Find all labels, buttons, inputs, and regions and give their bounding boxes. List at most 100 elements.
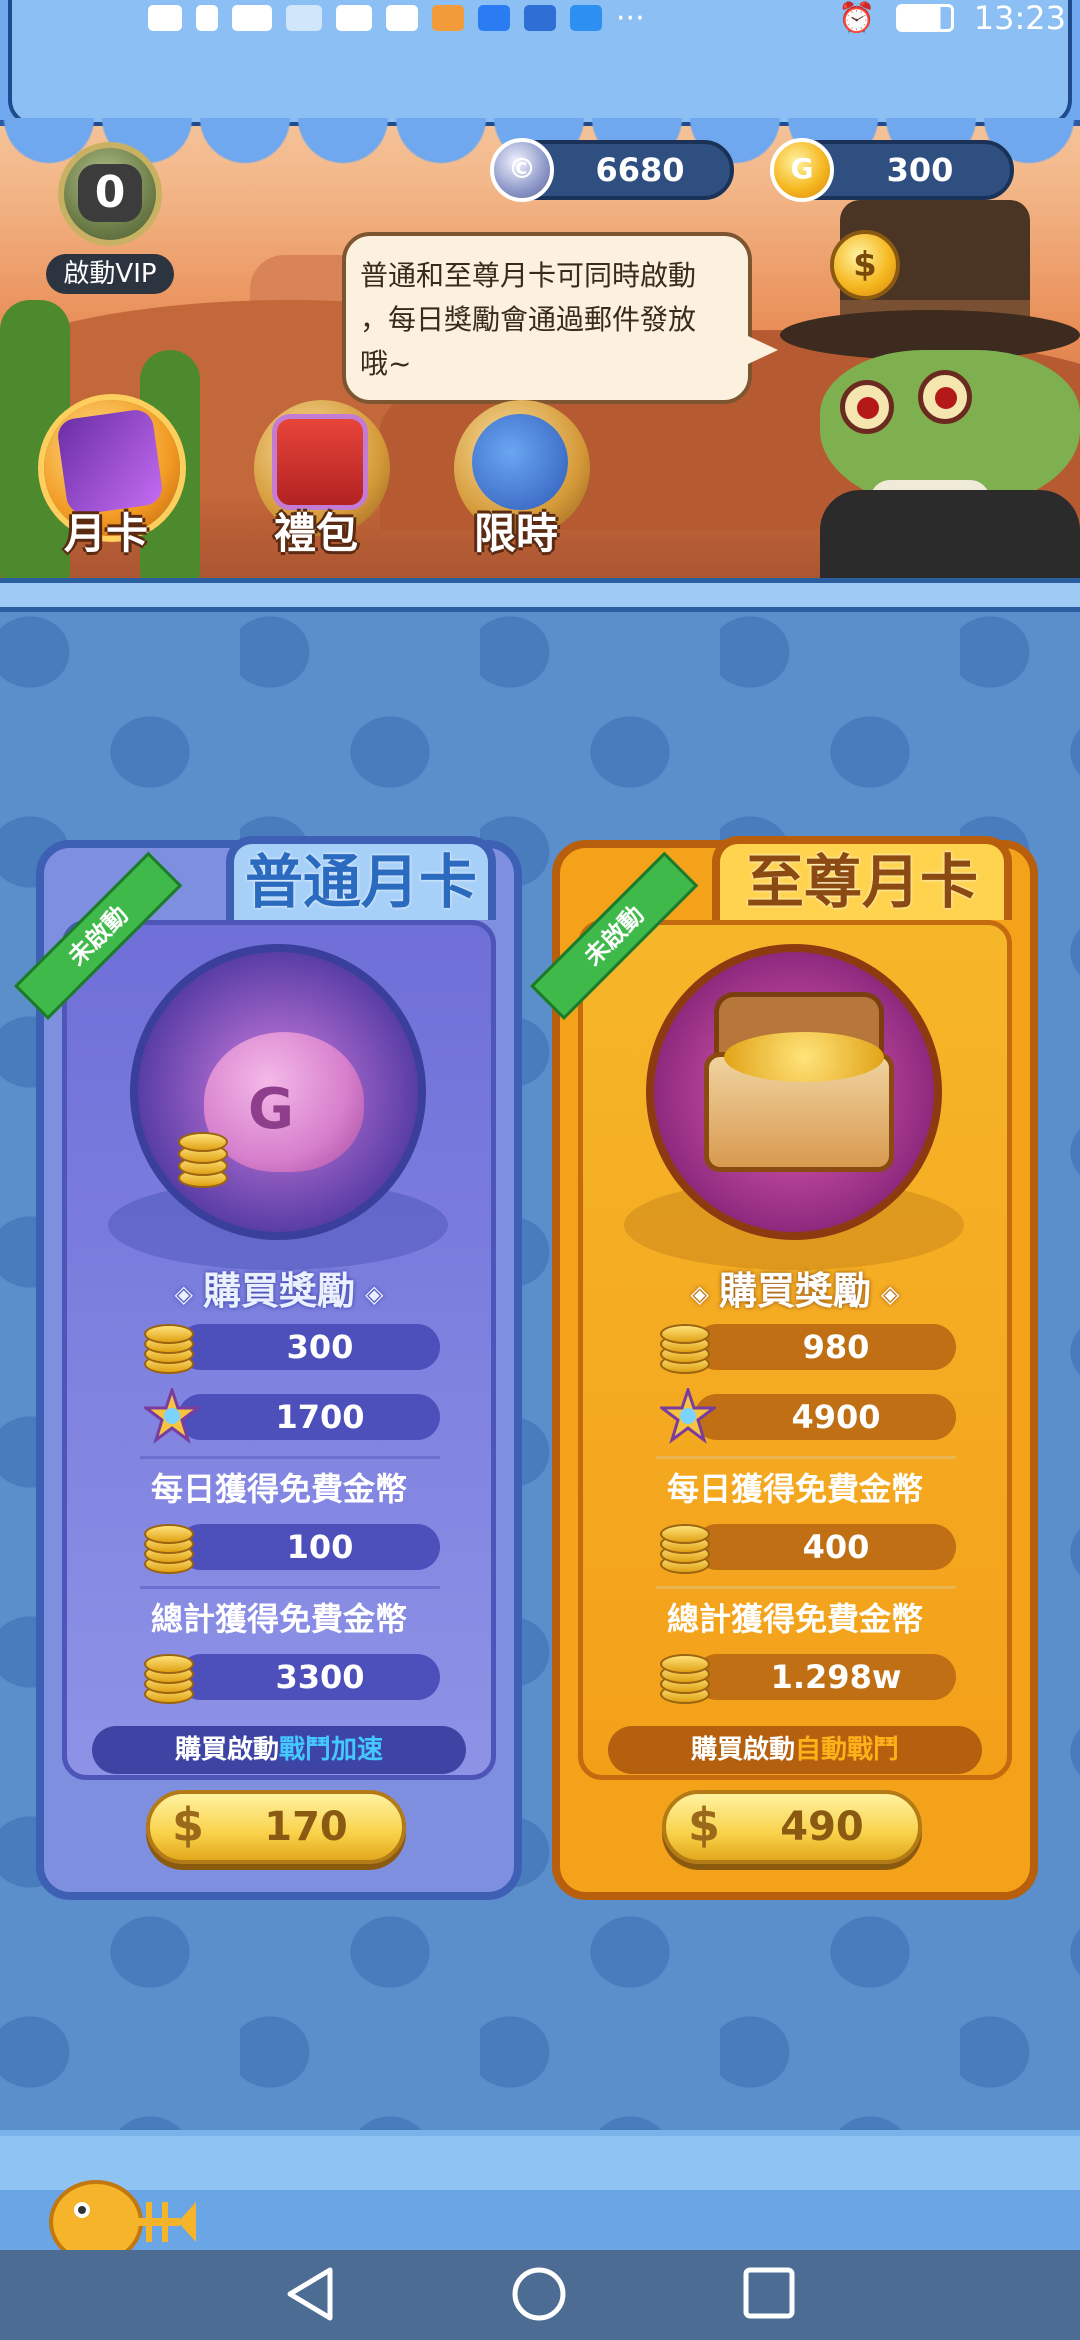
coin-pile-icon	[724, 1032, 884, 1082]
coin-stack-icon	[656, 1518, 720, 1578]
clock: 13:23	[973, 0, 1066, 37]
price-value: 490	[780, 1804, 864, 1850]
coin-bag-medallion: G	[130, 944, 426, 1240]
separator	[140, 1456, 440, 1459]
total-coins-value: 3300	[275, 1658, 365, 1696]
home-icon[interactable]	[504, 2262, 574, 2326]
app-notification-icon	[386, 5, 418, 31]
bubble-line: 哦~	[360, 347, 412, 380]
dollar-icon: $	[688, 1798, 721, 1852]
gift-icon	[272, 414, 368, 510]
tab-gift-pack[interactable]: 禮包	[246, 400, 390, 560]
app-notification-icon	[524, 5, 556, 31]
battery-icon	[895, 4, 954, 32]
reward-coins-row: 300	[140, 1324, 440, 1374]
alarm-icon: ⏰	[838, 0, 876, 36]
sim-indicator-icon	[196, 5, 218, 31]
separator	[140, 1586, 440, 1589]
goblin-merchant-npc: $	[780, 190, 1080, 600]
app-notification-icon	[478, 5, 510, 31]
activation-perk-bar: 購買啟動戰鬥加速	[92, 1726, 466, 1774]
system-nav-bar	[0, 2250, 1080, 2340]
gold-amount: 300	[886, 151, 954, 189]
signal-icon	[232, 5, 272, 31]
total-coins-row: 3300	[140, 1654, 440, 1704]
star-gem-icon	[144, 1388, 200, 1444]
perk-highlight: 自動戰鬥	[795, 1735, 900, 1765]
coin-stack-icon	[140, 1318, 204, 1378]
daily-coins-value: 100	[286, 1528, 354, 1566]
recents-icon[interactable]	[734, 2262, 804, 2326]
reward-gems-value: 4900	[791, 1398, 881, 1436]
dollar-icon: $	[172, 1798, 205, 1852]
diamond-right-icon: ◈	[881, 1279, 900, 1308]
bubble-line: ，每日獎勵會通過郵件發放	[360, 303, 697, 336]
gem-currency-display[interactable]: © 6680	[490, 138, 734, 202]
bubble-line: 普通和至尊月卡可同時啟動	[360, 259, 697, 292]
app-notification-icon	[432, 5, 464, 31]
perk-prefix: 購買啟動	[690, 1735, 795, 1765]
perk-highlight: 戰鬥加速	[279, 1735, 384, 1765]
coin-stack-icon	[178, 1132, 238, 1192]
separator	[656, 1456, 956, 1459]
hat-coin-icon: $	[830, 230, 900, 300]
reward-gems-row: 4900	[656, 1388, 956, 1444]
tab-monthly-card[interactable]: 月卡	[36, 400, 180, 560]
star-gem-icon	[660, 1388, 716, 1444]
treasure-chest-medallion	[646, 944, 942, 1240]
daily-coins-value: 400	[802, 1528, 870, 1566]
diamond-right-icon: ◈	[365, 1279, 384, 1308]
normal-monthly-card[interactable]: 普通月卡 G 未啟動 ◈ 購買獎勵 ◈ 300 1700 每日獲得免費金幣 100 …	[14, 836, 522, 1900]
hd-indicator-icon	[148, 5, 182, 31]
vip-activate-button[interactable]: 0 啟動VIP	[40, 142, 180, 294]
section-title: 購買獎勵	[718, 1269, 871, 1313]
price-value: 170	[264, 1804, 348, 1850]
reward-coins-row: 980	[656, 1324, 956, 1374]
diamond-left-icon: ◈	[690, 1279, 709, 1308]
vip-label: 啟動VIP	[46, 254, 174, 294]
daily-label: 每日獲得免費金幣	[666, 1470, 923, 1508]
buy-supreme-card-button[interactable]: $ 490	[662, 1790, 922, 1864]
total-coins-row: 1.298w	[656, 1654, 956, 1704]
daily-label: 每日獲得免費金幣	[150, 1470, 407, 1508]
diamond-left-icon: ◈	[174, 1279, 193, 1308]
separator	[656, 1586, 956, 1589]
tab-label: 禮包	[273, 509, 358, 558]
npc-speech-bubble: 普通和至尊月卡可同時啟動 ，每日獎勵會通過郵件發放 哦~	[342, 232, 778, 404]
tab-label: 月卡	[63, 509, 148, 558]
total-label: 總計獲得免費金幣	[150, 1600, 407, 1638]
section-heading: ◈ 購買獎勵 ◈	[552, 1260, 1038, 1315]
supreme-monthly-card[interactable]: 至尊月卡 未啟動 ◈ 購買獎勵 ◈ 980 4900 每日獲得免費金幣 400 總計…	[530, 836, 1038, 1900]
coin-stack-icon	[656, 1318, 720, 1378]
coin-stack-icon	[656, 1648, 720, 1708]
gem-amount: 6680	[595, 151, 685, 189]
status-bar: ··· ⏰ 13:23	[0, 0, 1080, 40]
reward-gems-row: 1700	[140, 1388, 440, 1444]
bag-icon	[472, 414, 568, 510]
daily-coins-row: 100	[140, 1524, 440, 1574]
card-title: 普通月卡	[244, 848, 477, 916]
daily-coins-row: 400	[656, 1524, 956, 1574]
card-title: 至尊月卡	[745, 848, 978, 916]
reward-coins-value: 300	[286, 1328, 354, 1366]
app-notification-icon	[570, 5, 602, 31]
total-coins-value: 1.298w	[770, 1658, 902, 1696]
perk-prefix: 購買啟動	[174, 1735, 279, 1765]
tab-label: 限時	[473, 509, 558, 558]
back-icon[interactable]	[276, 2262, 346, 2326]
section-heading: ◈ 購買獎勵 ◈	[36, 1260, 522, 1315]
more-notifications-icon: ···	[616, 0, 645, 36]
vip-level: 0	[78, 164, 142, 222]
banner-divider	[0, 578, 1080, 612]
section-title: 購買獎勵	[202, 1269, 355, 1313]
total-label: 總計獲得免費金幣	[666, 1600, 923, 1638]
coin-stack-icon	[140, 1518, 204, 1578]
activation-perk-bar: 購買啟動自動戰鬥	[608, 1726, 982, 1774]
buy-normal-card-button[interactable]: $ 170	[146, 1790, 406, 1864]
silver-gem-coin-icon: ©	[490, 138, 554, 202]
coin-stack-icon	[140, 1648, 204, 1708]
reward-gems-value: 1700	[275, 1398, 365, 1436]
wifi-icon	[336, 5, 372, 31]
signal-icon	[286, 5, 322, 31]
tab-limited-time[interactable]: 限時	[446, 400, 590, 560]
